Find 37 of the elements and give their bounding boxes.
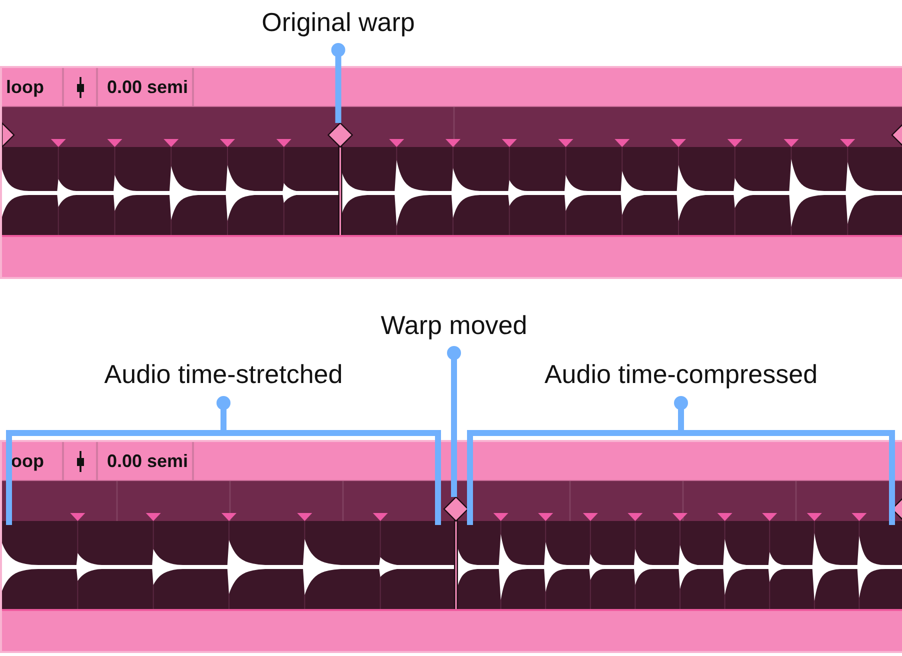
- triangle-marker-icon: [164, 139, 179, 147]
- triangle-marker-icon: [672, 513, 688, 521]
- triangle-marker-icon: [784, 139, 799, 147]
- triangle-marker-icon: [107, 139, 122, 147]
- triangle-marker-icon: [727, 139, 742, 147]
- triangle-marker-icon: [493, 513, 508, 521]
- triangle-marker-icon: [146, 513, 161, 521]
- triangle-marker-icon: [628, 513, 643, 521]
- triangle-marker-icon: [614, 139, 630, 147]
- warp-marker-icon[interactable]: [327, 122, 354, 235]
- triangle-marker-icon: [671, 139, 686, 147]
- callout-label: Warp moved: [380, 310, 528, 340]
- triangle-marker-icon: [717, 513, 732, 521]
- triangle-marker-icon: [70, 513, 86, 521]
- triangle-marker-icon: [50, 139, 66, 147]
- triangle-marker-icon: [276, 139, 292, 147]
- triangle-marker-icon: [222, 513, 236, 521]
- triangle-marker-icon: [840, 139, 856, 147]
- callout-label: Audio time-stretched: [104, 359, 343, 389]
- triangle-marker-icon: [762, 513, 778, 521]
- triangle-marker-icon: [372, 513, 388, 521]
- triangle-marker-icon: [502, 139, 517, 147]
- triangle-marker-icon: [852, 513, 867, 521]
- callout-label: Audio time-compressed: [544, 359, 818, 389]
- triangle-marker-icon: [806, 513, 822, 521]
- warp-marker-icon[interactable]: [443, 496, 469, 609]
- triangle-marker-icon: [220, 139, 235, 147]
- fader-icon: [76, 76, 84, 98]
- triangle-marker-icon: [558, 139, 574, 147]
- fader-icon: [76, 450, 84, 472]
- diamond-marker-icon: [891, 122, 902, 148]
- callout-label: Original warp: [262, 7, 415, 37]
- triangle-marker-icon: [538, 513, 554, 521]
- triangle-marker-icon: [582, 513, 598, 521]
- triangle-marker-icon: [297, 513, 312, 521]
- triangle-marker-icon: [389, 139, 404, 147]
- triangle-marker-icon: [446, 139, 460, 147]
